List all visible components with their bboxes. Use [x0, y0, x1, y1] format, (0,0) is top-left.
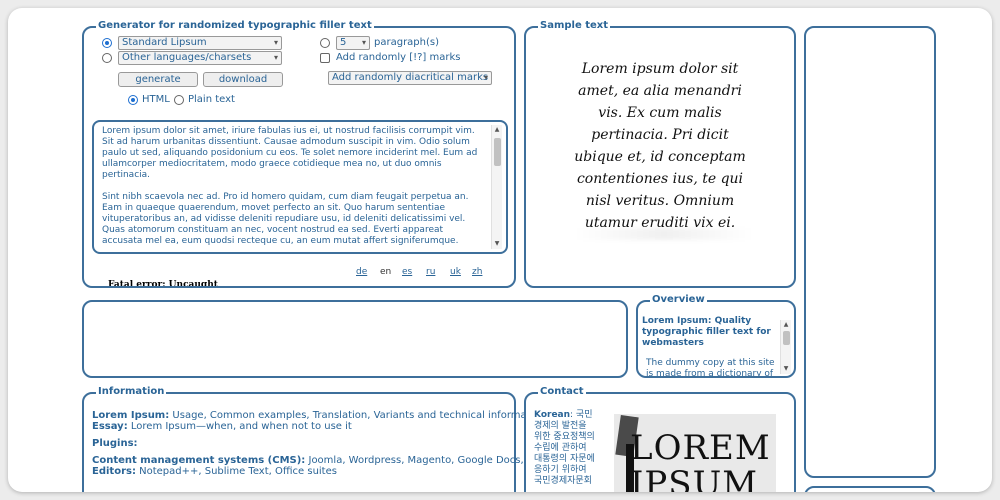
language-select[interactable]: Other languages/charsets ▾	[118, 51, 282, 65]
lang-link-zh[interactable]: zh	[472, 267, 482, 277]
page: Generator for randomized typographic fil…	[8, 8, 992, 492]
generator-legend: Generator for randomized typographic fil…	[96, 20, 374, 32]
lipsum-type-value: Standard Lipsum	[122, 37, 207, 48]
chevron-down-icon: ▾	[273, 53, 278, 62]
info-usage-links[interactable]: Usage, Common examples, Translation, Var…	[169, 410, 545, 421]
output-paragraph-1: Lorem ipsum dolor sit amet, iriure fabul…	[102, 126, 478, 180]
sample-line-5: ubique et, id conceptam	[574, 149, 746, 165]
sample-line-2: amet, ea alia menandri	[578, 83, 742, 99]
korean-line-3: 위한 중요정책의	[534, 432, 595, 442]
scroll-down-icon[interactable]: ▼	[492, 239, 502, 249]
marks-label: Add randomly [!?] marks	[336, 52, 461, 63]
info-line-cms: Content management systems (CMS): Joomla…	[92, 455, 560, 466]
info-cms-label: Content management systems (CMS):	[92, 455, 306, 466]
paragraph-label: paragraph(s)	[374, 37, 439, 48]
overview-title: Lorem Ipsum: Quality typographic filler …	[642, 316, 771, 348]
generator-panel: Generator for randomized typographic fil…	[82, 20, 516, 290]
lang-link-en: en	[380, 267, 392, 277]
info-cms-links[interactable]: Joomla, Wordpress, Magento, Google Docs,…	[305, 455, 560, 466]
download-button[interactable]: download	[203, 72, 283, 87]
sample-text-area: Lorem ipsum dolor sit amet, ea alia mena…	[534, 58, 786, 258]
info-plugins-label: Plugins:	[92, 438, 138, 449]
image-text-ipsum: IPSUM	[630, 464, 759, 492]
scroll-thumb[interactable]	[783, 331, 790, 345]
korean-label: Korean	[534, 410, 571, 420]
output-textarea[interactable]: Lorem ipsum dolor sit amet, iriure fabul…	[92, 120, 508, 254]
overview-body: The dummy copy at this site is made from…	[646, 358, 775, 376]
plain-text-radio[interactable]	[174, 95, 184, 105]
korean-line-2: 경제의 발전을	[534, 421, 587, 431]
other-languages-radio[interactable]	[102, 53, 112, 63]
ad-panel	[82, 300, 628, 378]
information-content: Lorem Ipsum: Usage, Common examples, Tra…	[92, 410, 560, 477]
chevron-down-icon: ▾	[361, 38, 366, 47]
overview-legend: Overview	[650, 294, 707, 306]
paragraph-count-select[interactable]: 5 ▾	[336, 36, 370, 50]
overview-scrollbar[interactable]: ▲ ▼	[780, 320, 791, 374]
image-text-lorem: LOREM	[630, 428, 771, 468]
standard-lipsum-radio[interactable]	[102, 38, 112, 48]
info-essay-link[interactable]: Lorem Ipsum—when, and when not to use it	[128, 421, 352, 432]
sample-line-1: Lorem ipsum dolor sit	[581, 61, 739, 77]
right-lower-panel	[804, 486, 936, 492]
diacritic-value: Add randomly diacritical marks	[332, 72, 489, 83]
sample-line-3: vis. Ex cum malis	[598, 105, 722, 121]
fatal-error-text: Fatal error: Uncaught	[108, 280, 218, 290]
korean-line-1: : 국민	[570, 410, 593, 420]
lipsum-type-select[interactable]: Standard Lipsum ▾	[118, 36, 282, 50]
scroll-down-icon[interactable]: ▼	[781, 364, 791, 374]
lang-link-uk[interactable]: uk	[450, 267, 461, 277]
output-paragraph-2: Sint nibh scaevola nec ad. Pro id homero…	[102, 192, 469, 246]
korean-line-5: 대통령의 자문에	[534, 454, 595, 464]
korean-line-7: 국민경제자문회	[534, 476, 592, 486]
right-sidebar-panel	[804, 26, 936, 478]
sample-reflection	[574, 228, 754, 240]
lang-link-es[interactable]: es	[402, 267, 412, 277]
info-line-usage: Lorem Ipsum: Usage, Common examples, Tra…	[92, 410, 560, 421]
sample-line-4: pertinacia. Pri dicit	[591, 127, 729, 143]
paragraph-radio[interactable]	[320, 38, 330, 48]
language-value: Other languages/charsets	[122, 52, 252, 63]
info-essay-label: Essay:	[92, 421, 128, 432]
info-editors-label: Editors:	[92, 466, 136, 477]
info-usage-label: Lorem Ipsum:	[92, 410, 170, 421]
info-line-essay: Essay: Lorem Ipsum—when, and when not to…	[92, 421, 560, 432]
generate-button[interactable]: generate	[118, 72, 198, 87]
scroll-up-icon[interactable]: ▲	[492, 125, 502, 135]
lorem-ipsum-image: LOREM IPSUM	[614, 414, 776, 492]
contact-legend: Contact	[538, 386, 586, 398]
korean-text: Korean: 국민 경제의 발전을 위한 중요정책의 수립에 관하여 대통령의…	[534, 410, 604, 487]
marks-checkbox[interactable]	[320, 53, 330, 63]
html-radio[interactable]	[128, 95, 138, 105]
sample-legend: Sample text	[538, 20, 611, 32]
chevron-down-icon: ▾	[483, 73, 488, 82]
chevron-down-icon: ▾	[273, 38, 278, 47]
sample-line-7: nisl veritus. Omnium	[585, 193, 735, 209]
sample-panel: Sample text Lorem ipsum dolor sit amet, …	[524, 20, 796, 288]
korean-line-4: 수립에 관하여	[534, 443, 587, 453]
lang-link-de[interactable]: de	[356, 267, 367, 277]
info-line-plugins: Plugins:	[92, 438, 560, 449]
scroll-up-icon[interactable]: ▲	[781, 320, 791, 330]
info-line-editors: Editors: Notepad++, Sublime Text, Office…	[92, 466, 560, 477]
info-editors-links[interactable]: Notepad++, Sublime Text, Office suites	[136, 466, 337, 477]
overview-panel: Overview Lorem Ipsum: Quality typographi…	[636, 294, 796, 378]
html-label: HTML	[142, 94, 170, 105]
korean-line-6: 응하기 위하여	[534, 465, 587, 475]
diacritic-select[interactable]: Add randomly diacritical marks ▾	[328, 71, 492, 85]
contact-panel: Contact Korean: 국민 경제의 발전을 위한 중요정책의 수립에 …	[524, 386, 796, 492]
information-panel: Information Lorem Ipsum: Usage, Common e…	[82, 386, 560, 492]
plain-text-label: Plain text	[188, 94, 235, 105]
information-legend: Information	[96, 386, 167, 398]
lang-link-ru[interactable]: ru	[426, 267, 435, 277]
sample-line-6: contentiones ius, te qui	[576, 171, 744, 187]
textarea-scrollbar[interactable]: ▲ ▼	[491, 125, 502, 249]
scroll-thumb[interactable]	[494, 138, 501, 166]
paragraph-count-value: 5	[340, 37, 347, 48]
